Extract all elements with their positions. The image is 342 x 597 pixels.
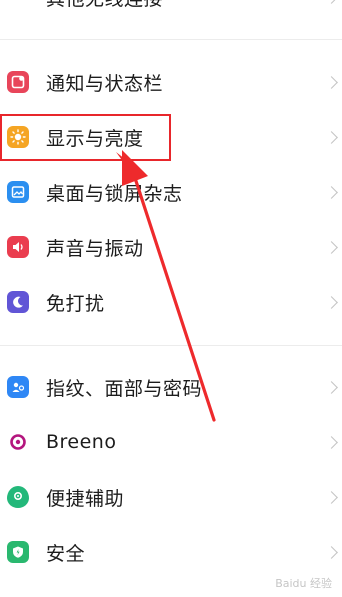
speaker-icon	[7, 236, 29, 258]
settings-item-label: 免打扰	[46, 292, 105, 315]
section-divider	[0, 39, 342, 40]
chevron-right-icon	[325, 130, 338, 144]
wallpaper-icon	[7, 181, 29, 203]
chevron-right-icon	[325, 75, 338, 89]
settings-item-label: 通知与状态栏	[46, 72, 164, 95]
settings-item-label: 指纹、面部与密码	[46, 377, 203, 400]
chevron-right-icon	[325, 380, 338, 394]
chevron-right-icon	[325, 185, 338, 199]
settings-item-label: 桌面与锁屏杂志	[46, 182, 183, 205]
chevron-right-icon	[325, 0, 338, 4]
settings-item-breeno[interactable]: Breeno	[0, 415, 342, 469]
settings-item-label: 便捷辅助	[46, 487, 125, 510]
section-divider	[0, 345, 342, 346]
settings-item-label: 其他无线连接	[46, 0, 163, 11]
settings-item-sound-vibration[interactable]: 声音与振动	[0, 220, 342, 274]
chevron-right-icon	[325, 435, 338, 449]
settings-item-fingerprint-face-password[interactable]: 指纹、面部与密码	[0, 360, 342, 414]
breeno-icon	[7, 431, 29, 453]
settings-page: 其他无线连接 通知与状态栏 显示与亮度	[0, 0, 342, 597]
highlight-box	[0, 114, 171, 161]
settings-item-label: 安全	[46, 542, 86, 565]
chevron-right-icon	[325, 295, 338, 309]
settings-item-label: Breeno	[46, 431, 117, 453]
settings-item-security[interactable]: 安全	[0, 525, 342, 579]
watermark: Baidu 经验	[275, 577, 332, 590]
chevron-right-icon	[325, 490, 338, 504]
settings-item-do-not-disturb[interactable]: 免打扰	[0, 275, 342, 329]
assist-icon	[7, 486, 29, 508]
settings-item-desktop-lockscreen[interactable]: 桌面与锁屏杂志	[0, 165, 342, 219]
chevron-right-icon	[325, 545, 338, 559]
shield-icon	[7, 541, 29, 563]
settings-item-convenience-assist[interactable]: 便捷辅助	[0, 470, 342, 524]
moon-icon	[7, 291, 29, 313]
settings-item-label: 声音与振动	[46, 237, 144, 260]
settings-item-notifications[interactable]: 通知与状态栏	[0, 55, 342, 109]
settings-item-other-wireless[interactable]: 其他无线连接	[0, 0, 342, 24]
biometric-icon	[7, 376, 29, 398]
chevron-right-icon	[325, 240, 338, 254]
notification-icon	[7, 71, 29, 93]
